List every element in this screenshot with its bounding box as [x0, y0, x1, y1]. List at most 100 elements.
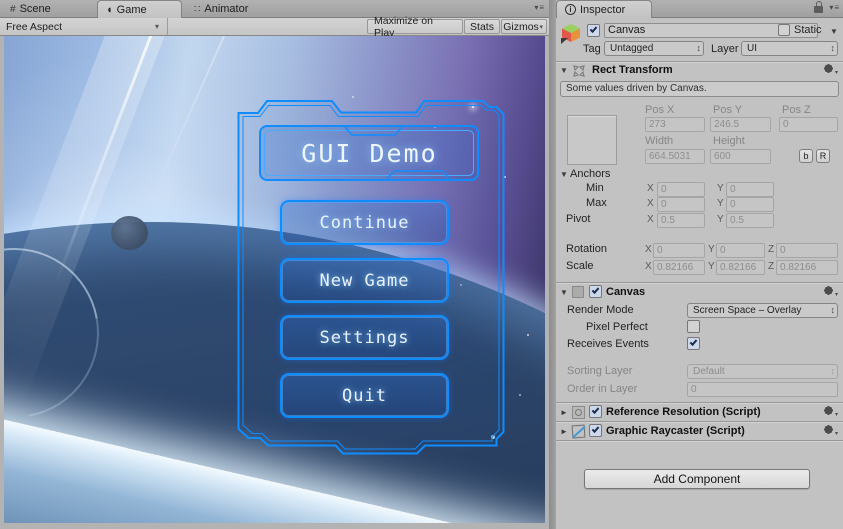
inspector-panel-menu-icon[interactable]: ▾≡	[829, 3, 840, 12]
axis-z: Z	[768, 261, 774, 272]
layer-label: Layer	[711, 43, 739, 55]
new-game-button[interactable]: New Game	[280, 258, 449, 303]
render-mode-value: Screen Space – Overlay	[693, 305, 801, 316]
continue-button[interactable]: Continue	[280, 200, 449, 245]
tab-game[interactable]: ◖ Game	[97, 0, 182, 18]
moon-silhouette	[111, 216, 148, 250]
continue-label: Continue	[320, 213, 410, 233]
graphic-raycaster-enabled-checkbox[interactable]	[589, 424, 602, 437]
layer-dropdown[interactable]: UI ↕	[741, 41, 838, 56]
game-icon: ◖	[106, 4, 113, 16]
gameobject-cube-icon[interactable]	[560, 22, 582, 44]
min-y-field: 0	[726, 182, 774, 197]
tag-value: Untagged	[610, 43, 653, 54]
reference-resolution-foldout[interactable]: ►	[560, 408, 568, 417]
static-checkbox[interactable]	[778, 24, 790, 36]
raw-mode-button[interactable]: R	[816, 149, 830, 163]
divider	[556, 61, 843, 62]
pivot-x-field: 0.5	[657, 213, 705, 228]
quit-button[interactable]: Quit	[280, 373, 449, 418]
scale-label: Scale	[566, 260, 594, 272]
axis-x: X	[645, 244, 652, 255]
tab-animator-label: Animator	[204, 3, 248, 15]
order-in-layer-field: 0	[687, 382, 838, 397]
canvas-enabled-checkbox[interactable]	[589, 285, 602, 298]
tab-game-label: Game	[117, 4, 147, 16]
driven-values-helpbox: Some values driven by Canvas.	[560, 81, 839, 97]
inspector-body: Canvas Static ▼ Tag Untagged ↕ Layer UI …	[556, 18, 843, 529]
min-x-field: 0	[657, 182, 705, 197]
tag-dropdown[interactable]: Untagged ↕	[604, 41, 704, 56]
pixel-perfect-checkbox[interactable]	[687, 320, 700, 333]
tab-inspector[interactable]: i Inspector	[556, 0, 652, 18]
add-component-button[interactable]: Add Component	[584, 469, 810, 489]
static-dropdown-icon[interactable]: ▼	[830, 27, 838, 36]
graphic-raycaster-foldout[interactable]: ►	[560, 427, 568, 436]
rect-transform-foldout[interactable]: ▼	[560, 66, 568, 75]
divider	[556, 402, 843, 403]
stats-label: Stats	[470, 21, 494, 33]
axis-x: X	[647, 198, 654, 209]
gear-icon[interactable]	[826, 288, 831, 293]
pos-y-label: Pos Y	[713, 104, 742, 116]
tab-animator[interactable]: ∷ Animator	[186, 0, 256, 18]
height-label: Height	[713, 135, 745, 147]
divider	[556, 440, 843, 441]
render-mode-dropdown[interactable]: Screen Space – Overlay ↕	[687, 303, 838, 318]
updown-icon: ↕	[831, 304, 836, 317]
gizmos-button[interactable]: Gizmos ▾	[501, 19, 547, 34]
gear-icon[interactable]	[826, 66, 831, 71]
gear-dropdown-icon: ▾	[835, 411, 838, 418]
game-panel-menu-icon[interactable]: ▾≡	[534, 3, 545, 12]
menu-title: GUI Demo	[261, 126, 478, 180]
receives-events-label: Receives Events	[567, 338, 649, 350]
menu-title-text: GUI Demo	[301, 139, 437, 168]
scale-y-field: 0.82166	[716, 260, 765, 275]
canvas-foldout[interactable]: ▼	[560, 288, 568, 297]
game-viewport: GUI Demo Continue New Game Settings Quit	[4, 36, 545, 523]
blueprint-mode-button[interactable]: b	[799, 149, 813, 163]
new-game-label: New Game	[320, 271, 410, 291]
stats-button[interactable]: Stats	[464, 19, 500, 34]
aspect-ratio-dropdown[interactable]: Free Aspect ▾	[0, 18, 168, 35]
settings-label: Settings	[320, 328, 410, 348]
width-label: Width	[645, 135, 673, 147]
canvas-component-title: Canvas	[606, 286, 645, 298]
axis-y: Y	[708, 261, 715, 272]
add-component-label: Add Component	[654, 472, 741, 486]
divider	[556, 282, 843, 283]
gear-icon[interactable]	[826, 408, 831, 413]
unity-editor-window: # Scene ◖ Game ∷ Animator ▾≡ Free Aspect…	[0, 0, 843, 529]
scene-icon: #	[10, 4, 16, 15]
graphic-raycaster-title: Graphic Raycaster (Script)	[606, 425, 745, 437]
pivot-label: Pivot	[566, 213, 590, 225]
reference-resolution-title: Reference Resolution (Script)	[606, 406, 761, 418]
gameobject-enabled-checkbox[interactable]	[587, 24, 600, 37]
updown-icon: ↕	[831, 42, 836, 55]
axis-y: Y	[717, 214, 724, 225]
lock-icon[interactable]	[814, 6, 823, 13]
rect-transform-icon	[572, 64, 586, 78]
axis-y: Y	[717, 198, 724, 209]
anchors-foldout[interactable]: ▼	[560, 170, 568, 179]
rotation-label: Rotation	[566, 243, 607, 255]
gear-icon[interactable]	[826, 427, 831, 432]
pivot-y-field: 0.5	[726, 213, 774, 228]
panel-splitter[interactable]	[549, 0, 556, 529]
max-label: Max	[586, 197, 607, 209]
gizmos-label: Gizmos	[503, 21, 539, 33]
reference-resolution-enabled-checkbox[interactable]	[589, 405, 602, 418]
layer-value: UI	[747, 43, 757, 54]
maximize-on-play-button[interactable]: Maximize on Play	[367, 19, 463, 34]
receives-events-checkbox[interactable]	[687, 337, 700, 350]
settings-button[interactable]: Settings	[280, 315, 449, 360]
info-icon: i	[565, 4, 576, 15]
sorting-layer-dropdown: Default ↕	[687, 364, 838, 379]
pixel-perfect-label: Pixel Perfect	[586, 321, 648, 333]
static-label: Static	[794, 24, 822, 36]
width-field: 664.5031	[645, 149, 705, 164]
gear-dropdown-icon: ▾	[835, 291, 838, 298]
rect-transform-title: Rect Transform	[592, 64, 673, 76]
height-field: 600	[710, 149, 771, 164]
tab-scene[interactable]: # Scene	[2, 0, 59, 18]
